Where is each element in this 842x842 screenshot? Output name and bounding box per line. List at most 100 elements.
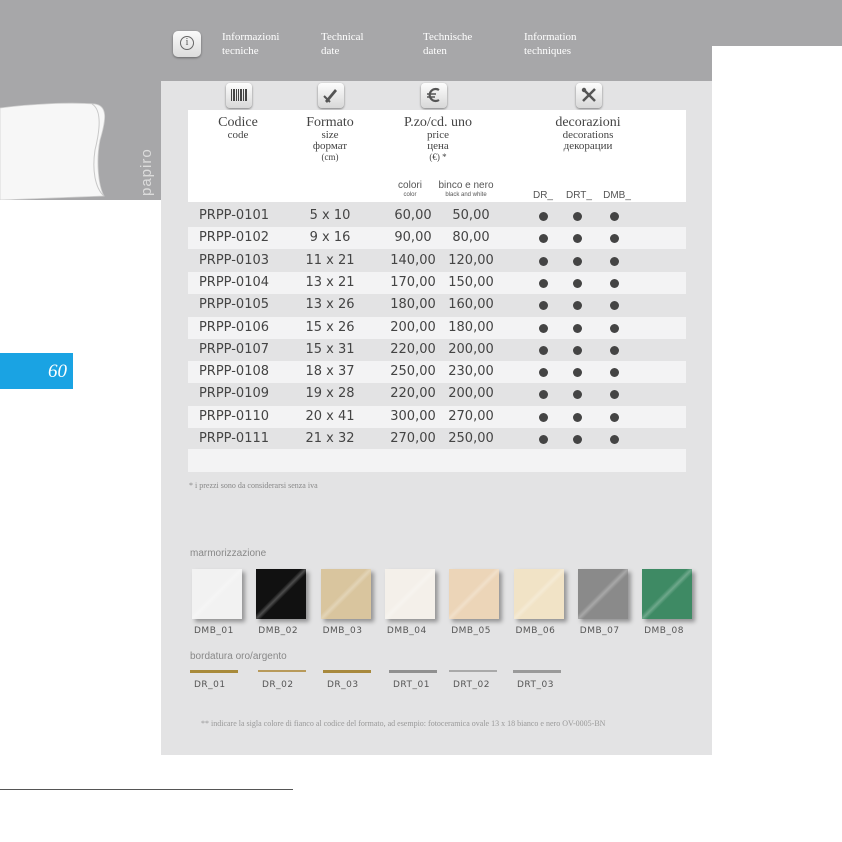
decoration-available-dot: [610, 234, 619, 244]
decoration-available-dot: [539, 412, 548, 422]
table-header: Codice code Formato size формат (cm) P.z…: [188, 110, 686, 202]
marble-swatch-label: DMB_03: [322, 626, 363, 636]
side-label: papiro: [138, 148, 155, 196]
border-sample-stripe: [513, 670, 561, 673]
border-sample-stripe: [449, 670, 497, 672]
cell-price-color: 250,00: [390, 364, 436, 380]
header-item-en: Technical date: [321, 31, 364, 57]
cell-code: PRPP-0105: [198, 297, 270, 313]
cell-price-bw: 160,00: [448, 297, 494, 313]
header-item-fr: Information techniques: [524, 31, 577, 57]
marble-swatch: [256, 569, 307, 619]
cell-size: 9 x 16: [309, 230, 351, 246]
cell-code: PRPP-0106: [198, 319, 270, 335]
cell-price-bw: 50,00: [452, 208, 490, 223]
top-banner: [0, 0, 842, 46]
decoration-available-dot: [573, 323, 582, 333]
border-sample-label: DR_02: [262, 680, 294, 690]
decoration-available-dot: [610, 278, 619, 288]
decoration-available-dot: [610, 435, 619, 444]
decoration-available-dot: [539, 390, 548, 400]
info-icon: i: [173, 31, 201, 57]
border-section-title: bordatura oro/argento: [190, 651, 287, 662]
decoration-available-dot: [573, 234, 582, 244]
decoration-available-dot: [610, 390, 619, 400]
cell-price-color: 220,00: [390, 341, 436, 357]
table-row: PRPP-0105 13 x 26 180,00 160,00: [188, 294, 686, 317]
decoration-available-dot: [573, 412, 582, 422]
ruler-pencil-icon: [318, 83, 344, 108]
cell-size: 20 x 41: [305, 408, 355, 424]
cell-size: 21 x 32: [305, 431, 355, 446]
marble-swatch-label: DMB_01: [194, 626, 234, 636]
cell-size: 11 x 21: [305, 252, 355, 268]
decoration-available-dot: [539, 345, 548, 355]
cell-price-bw: 250,00: [448, 431, 494, 446]
marble-swatch-label: DMB_02: [258, 626, 299, 636]
papyrus-product-image: [0, 102, 106, 200]
cell-price-bw: 200,00: [448, 386, 494, 402]
page-number: 60: [48, 361, 67, 382]
cell-code: PRPP-0107: [198, 341, 270, 357]
border-sample-label: DRT_03: [517, 680, 554, 690]
cell-size: 15 x 26: [305, 319, 355, 335]
decoration-available-dot: [573, 435, 582, 444]
decoration-available-dot: [610, 301, 619, 311]
marble-swatch: [192, 569, 242, 619]
deco-code-dr: DR_: [532, 190, 553, 201]
decoration-available-dot: [573, 278, 582, 288]
cell-price-bw: 270,00: [448, 408, 494, 424]
col-price-header: P.zo/cd. uno price цена (€) *: [403, 115, 473, 163]
tools-icon: [576, 83, 602, 108]
cell-code: PRPP-0101: [198, 208, 270, 223]
border-sample-label: DRT_02: [453, 680, 490, 690]
cell-size: 15 x 31: [305, 341, 355, 357]
marble-swatch: [384, 569, 435, 619]
cell-price-color: 60,00: [394, 208, 432, 223]
sub-header-binco: binco e nero black and white: [438, 180, 494, 198]
decoration-available-dot: [610, 412, 619, 422]
decoration-available-dot: [573, 345, 582, 355]
border-sample-stripe: [323, 670, 371, 673]
cell-code: PRPP-0104: [198, 274, 270, 290]
cell-price-color: 180,00: [390, 297, 436, 313]
cell-size: 13 x 26: [305, 297, 355, 313]
table-row: PRPP-0104 13 x 21 170,00 150,00: [188, 271, 686, 294]
cell-price-color: 170,00: [390, 274, 436, 290]
decoration-available-dot: [539, 212, 548, 221]
deco-code-dmb: DMB_: [603, 190, 631, 201]
cell-price-color: 220,00: [390, 386, 436, 402]
cell-price-bw: 200,00: [448, 341, 494, 357]
cell-size: 19 x 28: [305, 386, 355, 402]
cell-price-color: 90,00: [394, 230, 432, 246]
cell-price-bw: 180,00: [448, 319, 494, 335]
cell-price-bw: 80,00: [452, 230, 490, 246]
table-row: PRPP-0108 18 x 37 250,00 230,00: [188, 361, 686, 384]
decoration-available-dot: [610, 212, 619, 221]
page-number-tab: 60: [0, 353, 73, 389]
barcode-icon: [226, 83, 252, 108]
table-row: PRPP-0107 15 x 31 220,00 200,00: [188, 338, 686, 361]
decoration-available-dot: [539, 435, 548, 444]
cell-price-color: 270,00: [390, 431, 436, 446]
table-row: PRPP-0103 11 x 21 140,00 120,00: [188, 249, 686, 272]
marble-section-title: marmorizzazione: [190, 548, 267, 559]
cell-code: PRPP-0102: [198, 230, 270, 246]
decoration-available-dot: [539, 323, 548, 333]
table-row: PRPP-0101 5 x 10 60,00 50,00: [188, 205, 686, 227]
cell-price-bw: 120,00: [448, 252, 494, 268]
cell-size: 5 x 10: [309, 208, 351, 223]
decoration-available-dot: [610, 368, 619, 378]
bottom-rule: [0, 789, 293, 790]
cell-code: PRPP-0111: [198, 431, 270, 446]
cell-price-bw: 150,00: [448, 274, 494, 290]
col-format-header: Formato size формат (cm): [306, 115, 354, 163]
cell-code: PRPP-0108: [198, 364, 270, 380]
border-sample-stripe: [190, 670, 238, 673]
col-code-header: Codice code: [218, 115, 258, 141]
marble-swatch-label: DMB_05: [451, 626, 492, 636]
cell-code: PRPP-0110: [198, 408, 270, 424]
deco-code-drt: DRT_: [566, 190, 592, 201]
decoration-available-dot: [539, 256, 548, 266]
table-row: PRPP-0111 21 x 32 270,00 250,00: [188, 428, 686, 450]
